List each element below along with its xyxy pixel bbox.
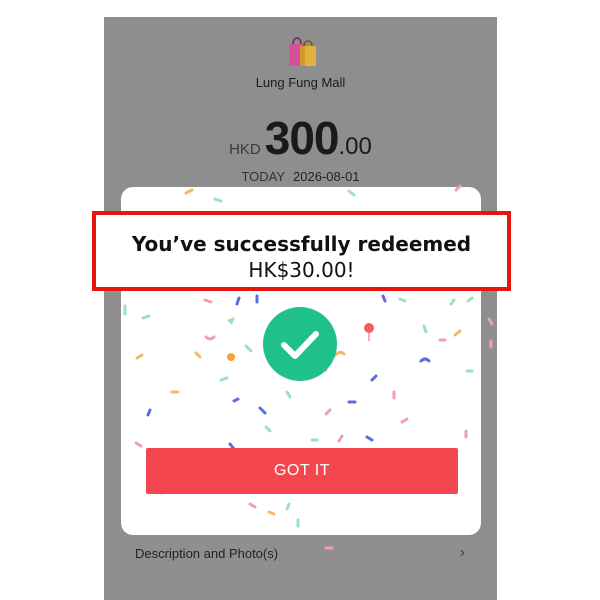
- redeem-message-amount: HK$30.00!: [248, 258, 355, 282]
- currency-label: HKD: [229, 141, 261, 158]
- amount-decimal: .00: [338, 133, 372, 160]
- description-label: Description and Photo(s): [135, 546, 279, 561]
- description-photos-row[interactable]: Description and Photo(s) ›: [121, 533, 481, 574]
- redeem-message-highlight: You’ve successfully redeemed HK$30.00!: [92, 211, 511, 291]
- date-label: TODAY: [241, 169, 286, 184]
- chevron-right-icon: ›: [459, 544, 465, 561]
- shopping-bags-icon: [289, 37, 316, 66]
- date-value: 2026-08-01: [293, 169, 360, 184]
- got-it-button[interactable]: GOT IT: [146, 448, 458, 494]
- transaction-amount: HKD300.00: [104, 111, 497, 165]
- transaction-date: TODAY 2026-08-01: [104, 169, 497, 184]
- store-name: Lung Fung Mall: [255, 75, 346, 90]
- amount-integer: 300: [264, 112, 340, 164]
- redeem-message-title: You’ve successfully redeemed: [131, 232, 472, 256]
- success-check-icon: [263, 307, 337, 381]
